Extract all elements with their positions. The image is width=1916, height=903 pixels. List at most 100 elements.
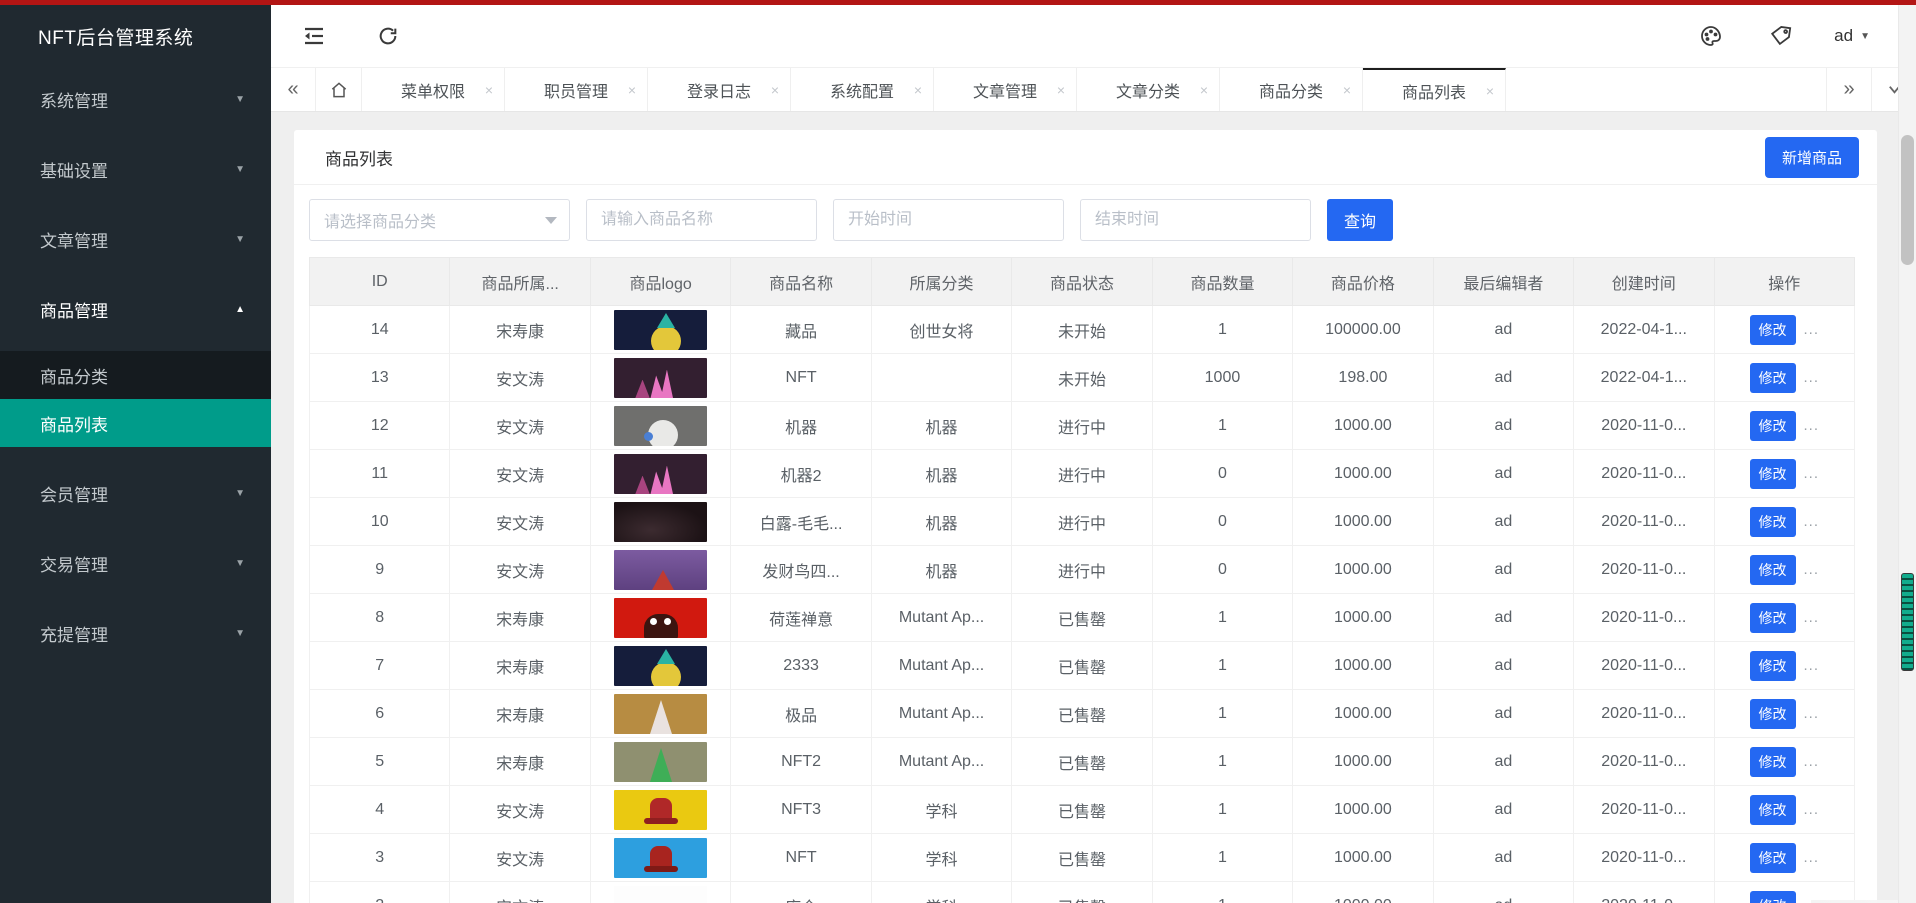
cell-created: 2020-11-0...	[1573, 545, 1715, 594]
scrollbar-thumb-gray[interactable]	[1901, 135, 1914, 265]
sidebar-subitem-商品分类[interactable]: 商品分类	[0, 351, 271, 399]
sidebar-item-交易管理[interactable]: 交易管理 ▼	[0, 539, 271, 587]
cell-created: 2020-11-0...	[1573, 785, 1715, 834]
tab-close-icon[interactable]: ×	[914, 82, 922, 98]
more-actions-button[interactable]: ...	[1804, 657, 1820, 674]
sidebar-item-会员管理[interactable]: 会员管理 ▼	[0, 469, 271, 517]
edit-button[interactable]: 修改	[1749, 746, 1796, 777]
more-actions-button[interactable]: ...	[1804, 849, 1820, 866]
collapse-sidebar-icon[interactable]	[301, 23, 327, 49]
cell-actions: 修改...	[1713, 833, 1856, 882]
edit-button[interactable]: 修改	[1749, 506, 1796, 537]
sidebar-item-文章管理[interactable]: 文章管理 ▼	[0, 215, 271, 263]
cell-editor: ad	[1432, 449, 1575, 498]
cell-status: 已售罄	[1011, 881, 1153, 903]
logo-art	[650, 747, 673, 782]
edit-button[interactable]: 修改	[1749, 314, 1796, 345]
more-actions-button[interactable]: ...	[1804, 705, 1820, 722]
more-actions-button[interactable]: ...	[1804, 513, 1820, 530]
more-actions-button[interactable]: ...	[1804, 369, 1820, 386]
tag-icon[interactable]	[1768, 23, 1794, 49]
actions-wrap: 修改...	[1719, 746, 1850, 777]
tab-close-icon[interactable]: ×	[1486, 83, 1494, 99]
sidebar-item-系统管理[interactable]: 系统管理 ▼	[0, 75, 271, 123]
more-actions-button[interactable]: ...	[1804, 561, 1820, 578]
tab-文章管理[interactable]: 文章管理 ×	[934, 68, 1077, 111]
cell-price: 1000.00	[1292, 881, 1434, 903]
cell-qty: 1	[1151, 785, 1294, 834]
product-name-input[interactable]	[586, 199, 817, 241]
category-select[interactable]: 请选择商品分类	[309, 199, 570, 241]
more-actions-button[interactable]: ...	[1804, 801, 1820, 818]
tab-登录日志[interactable]: 登录日志 ×	[648, 68, 791, 111]
sidebar-item-充提管理[interactable]: 充提管理 ▼	[0, 609, 271, 657]
cell-category: 机器	[870, 497, 1013, 546]
edit-button[interactable]: 修改	[1749, 794, 1796, 825]
sidebar-item-商品管理[interactable]: 商品管理 ▲	[0, 285, 271, 333]
cell-category: 机器	[870, 449, 1013, 498]
user-dropdown[interactable]: ad ▼	[1834, 26, 1870, 46]
edit-button[interactable]: 修改	[1749, 698, 1796, 729]
edit-button[interactable]: 修改	[1749, 842, 1796, 873]
tab-close-icon[interactable]: ×	[485, 82, 493, 98]
scrollbar-thumb-green[interactable]	[1901, 573, 1914, 671]
product-table: ID 商品所属... 商品logo 商品名称 所属分类 商品状态 商品数量 商品价格 最后编辑者…	[308, 257, 1856, 903]
sidebar-item-基础设置[interactable]: 基础设置 ▼	[0, 145, 271, 193]
cell-status: 未开始	[1011, 353, 1153, 402]
tab-商品列表[interactable]: 商品列表 ×	[1363, 68, 1506, 111]
column-header: 操作	[1713, 257, 1856, 306]
tabs-scroll-left-icon[interactable]: «	[271, 68, 316, 111]
more-actions-button[interactable]: ...	[1804, 417, 1820, 434]
query-button[interactable]: 查询	[1327, 199, 1393, 241]
tab-close-icon[interactable]: ×	[1200, 82, 1208, 98]
palette-icon[interactable]	[1698, 23, 1724, 49]
more-actions-button[interactable]: ...	[1804, 753, 1820, 770]
tab-close-icon[interactable]: ×	[628, 82, 636, 98]
sidebar-subitem-商品列表[interactable]: 商品列表	[0, 399, 271, 447]
end-time-input[interactable]	[1080, 199, 1311, 241]
actions-wrap: 修改...	[1719, 698, 1850, 729]
start-time-input[interactable]	[833, 199, 1064, 241]
edit-button[interactable]: 修改	[1749, 554, 1796, 585]
product-logo	[614, 405, 708, 446]
logo-art	[644, 817, 679, 824]
cell-qty: 1	[1151, 689, 1294, 738]
edit-button[interactable]: 修改	[1749, 458, 1796, 489]
cell-name: 荷莲禅意	[730, 593, 872, 642]
edit-button[interactable]: 修改	[1749, 650, 1796, 681]
edit-button[interactable]: 修改	[1749, 890, 1796, 903]
edit-button[interactable]: 修改	[1749, 362, 1796, 393]
page-scrollbar	[1898, 5, 1916, 903]
more-actions-button[interactable]: ...	[1804, 465, 1820, 482]
logo-art	[650, 845, 673, 868]
tab-菜单权限[interactable]: 菜单权限 ×	[362, 68, 505, 111]
tab-label: 商品分类	[1258, 83, 1323, 101]
product-logo	[614, 693, 708, 734]
refresh-icon[interactable]	[375, 23, 401, 49]
edit-button[interactable]: 修改	[1749, 410, 1796, 441]
add-product-button[interactable]: 新增商品	[1764, 136, 1859, 178]
tab-close-icon[interactable]: ×	[1057, 82, 1065, 98]
cell-logo	[589, 305, 732, 354]
actions-wrap: 修改...	[1719, 506, 1850, 537]
edit-button[interactable]: 修改	[1749, 602, 1796, 633]
tab-close-icon[interactable]: ×	[1343, 82, 1351, 98]
cell-actions: 修改...	[1713, 737, 1856, 786]
tab-商品分类[interactable]: 商品分类 ×	[1220, 68, 1363, 111]
cell-actions: 修改...	[1713, 641, 1856, 690]
more-actions-button[interactable]: ...	[1804, 609, 1820, 626]
cell-editor: ad	[1432, 641, 1575, 690]
cell-actions: 修改...	[1713, 305, 1856, 354]
tab-系统配置[interactable]: 系统配置 ×	[791, 68, 934, 111]
cell-name: 机器2	[730, 449, 872, 498]
tab-文章分类[interactable]: 文章分类 ×	[1077, 68, 1220, 111]
cell-id: 10	[308, 497, 451, 546]
tabs-scroll-right-icon[interactable]: »	[1826, 68, 1871, 111]
home-tab-icon[interactable]	[316, 68, 362, 111]
more-actions-button[interactable]: ...	[1804, 321, 1820, 338]
tab-职员管理[interactable]: 职员管理 ×	[505, 68, 648, 111]
cell-name: 发财鸟四...	[730, 545, 872, 594]
tab-close-icon[interactable]: ×	[771, 82, 779, 98]
cell-logo	[589, 737, 732, 786]
cell-actions: 修改...	[1713, 593, 1856, 642]
